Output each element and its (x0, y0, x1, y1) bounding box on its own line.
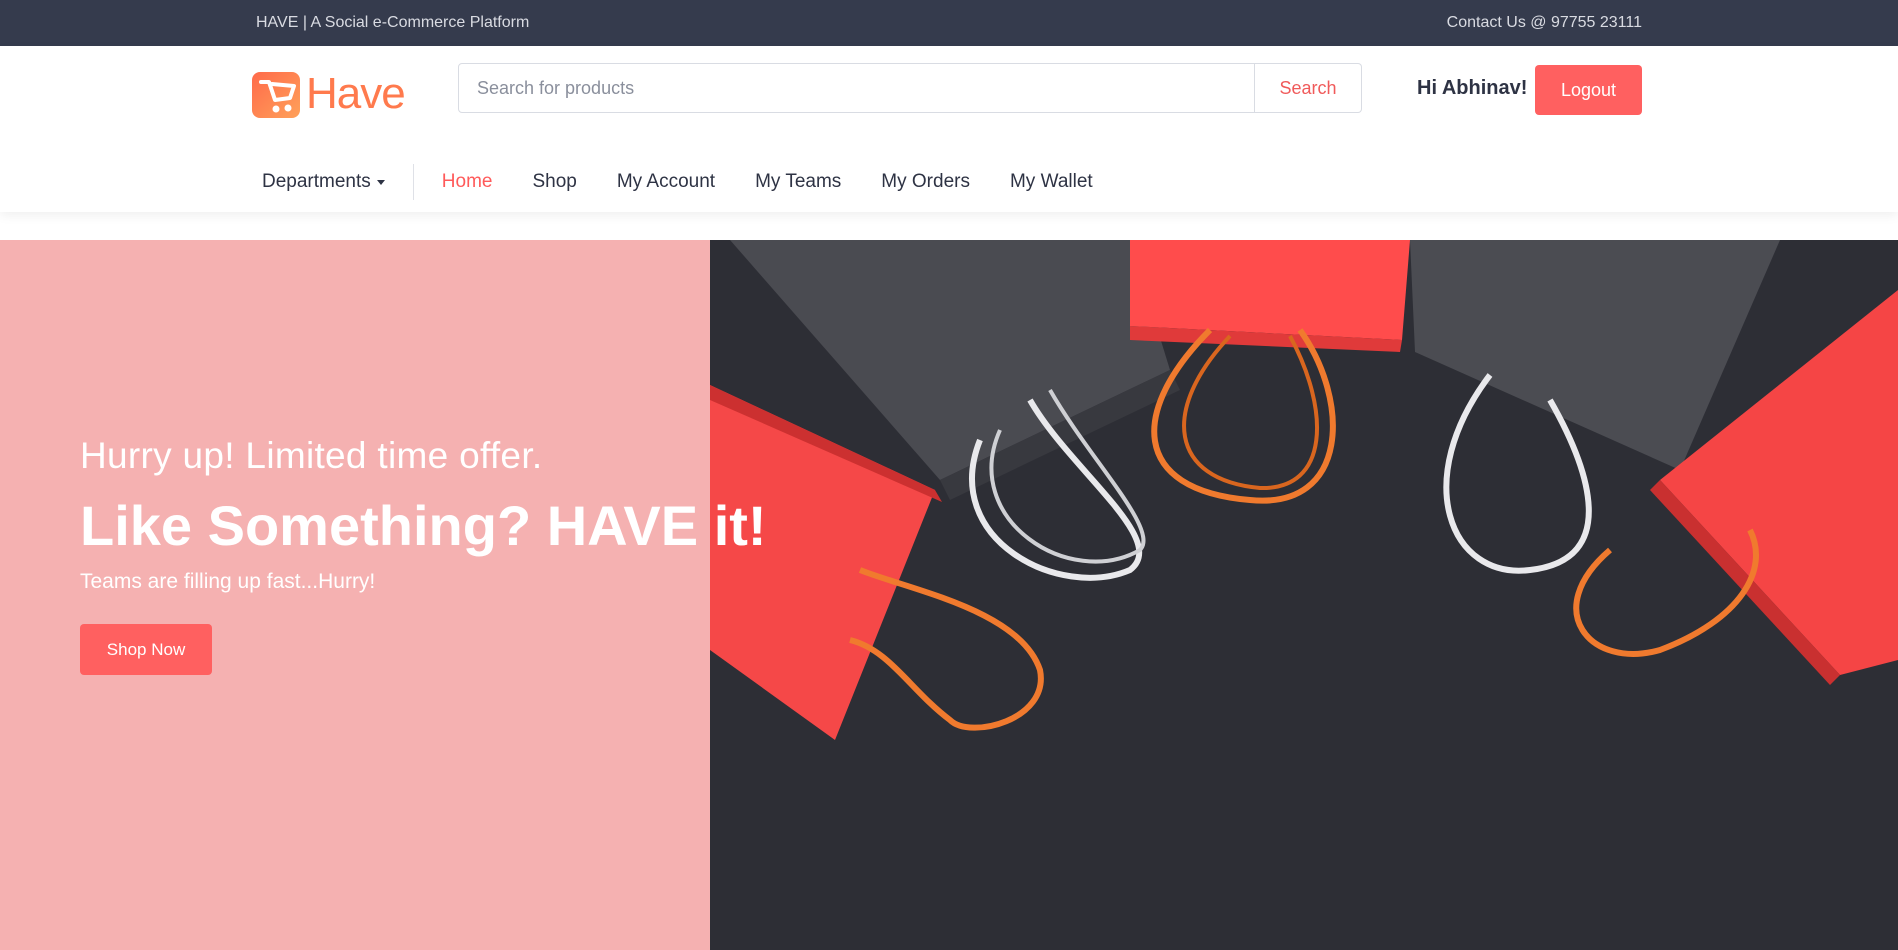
nav-link-home[interactable]: Home (442, 171, 493, 193)
caret-down-icon (376, 179, 385, 185)
hero-title: Like Something? HAVE it! (80, 494, 767, 557)
user-greeting: Hi Abhinav! (1417, 77, 1528, 99)
nav-link-my-teams[interactable]: My Teams (755, 171, 841, 193)
hero-text: Hurry up! Limited time offer. Like Somet… (80, 435, 767, 675)
nav-link-shop[interactable]: Shop (532, 171, 576, 193)
site-header: Have Search Hi Abhinav! Logout Departmen… (0, 46, 1898, 212)
search-button[interactable]: Search (1255, 63, 1362, 113)
main-nav: Departments Home Shop My Account My Team… (262, 162, 1133, 202)
shopping-bags-illustration (710, 240, 1898, 950)
contact-info[interactable]: Contact Us @ 97755 23111 (1447, 14, 1642, 32)
shopping-cart-icon (252, 72, 300, 118)
logout-button[interactable]: Logout (1535, 65, 1642, 115)
departments-label: Departments (262, 171, 371, 192)
hero-kicker: Hurry up! Limited time offer. (80, 435, 543, 476)
nav-link-my-wallet[interactable]: My Wallet (1010, 171, 1093, 193)
hero-banner: Hurry up! Limited time offer. Like Somet… (0, 240, 1898, 950)
hero-image-shopping-bags (710, 240, 1898, 950)
nav-link-my-orders[interactable]: My Orders (881, 171, 970, 193)
site-tagline: HAVE | A Social e-Commerce Platform (256, 14, 530, 31)
search-input[interactable] (458, 63, 1255, 113)
shop-now-button[interactable]: Shop Now (80, 624, 212, 675)
site-logo[interactable]: Have (252, 68, 406, 120)
top-bar: HAVE | A Social e-Commerce Platform Cont… (0, 0, 1898, 46)
nav-divider (412, 164, 414, 200)
nav-link-my-account[interactable]: My Account (617, 171, 715, 193)
hero-subtitle: Teams are filling up fast...Hurry! (80, 570, 376, 593)
logo-text: Have (306, 69, 406, 118)
search-bar: Search (458, 63, 1362, 113)
departments-dropdown[interactable]: Departments (262, 171, 385, 193)
